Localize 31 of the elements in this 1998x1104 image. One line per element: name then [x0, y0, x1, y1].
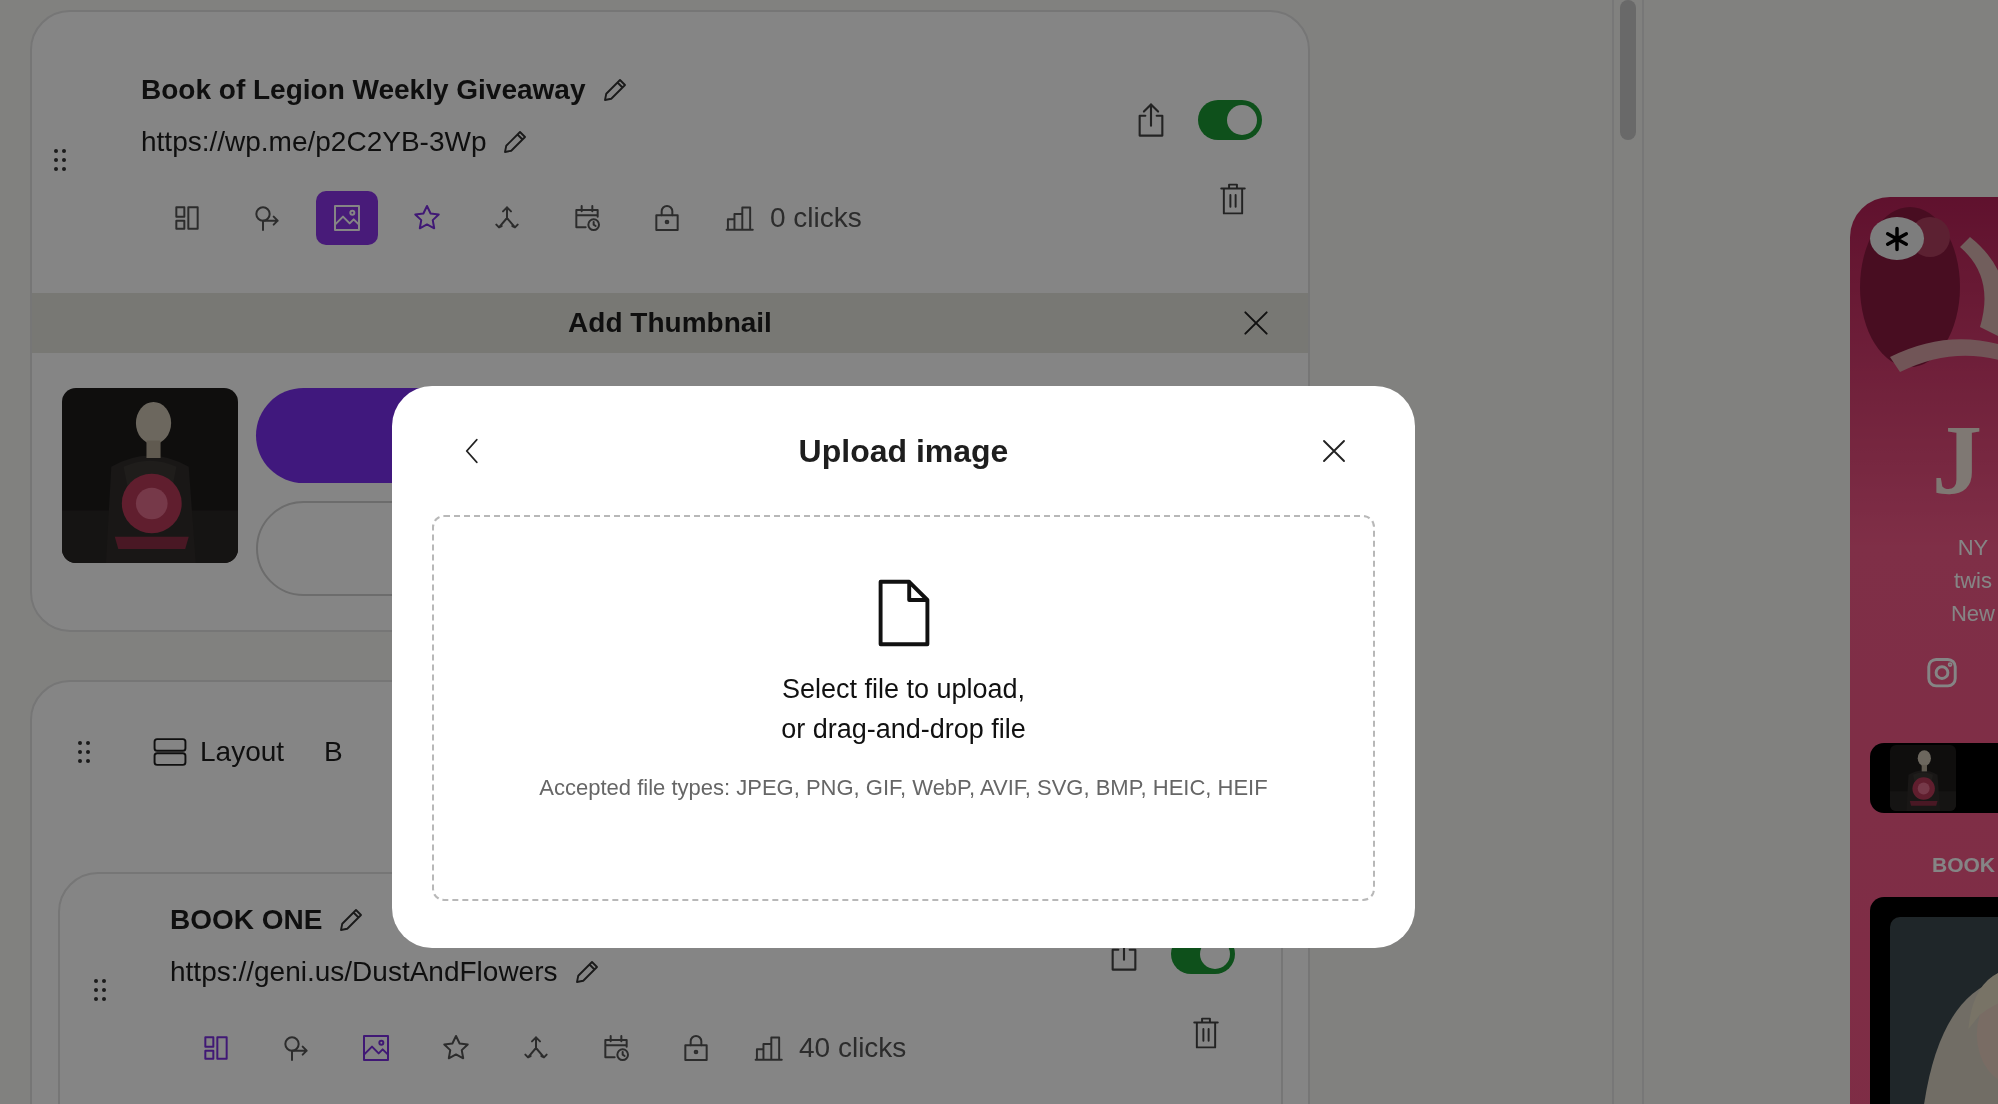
- trash-icon: [1191, 1016, 1221, 1050]
- drag-handle-icon[interactable]: [77, 740, 91, 764]
- drag-handle-icon[interactable]: [53, 147, 67, 172]
- link-title: Book of Legion Weekly Giveaway: [141, 74, 586, 106]
- link-url: https://geni.us/DustAndFlowers: [170, 956, 558, 988]
- scrollbar-thumb[interactable]: [1620, 0, 1636, 140]
- bio-text: twis: [1954, 567, 1992, 595]
- tab[interactable]: B: [324, 736, 343, 768]
- bio-text: New: [1951, 600, 1995, 628]
- trash-icon: [1218, 182, 1248, 216]
- click-count: 40 clicks: [799, 1032, 907, 1064]
- dialog-title: Upload image: [798, 432, 1009, 470]
- click-count: 0 clicks: [770, 202, 862, 234]
- image-icon: [331, 202, 363, 234]
- layout-icon: [152, 736, 188, 768]
- asterisk-icon: [1883, 224, 1911, 253]
- file-icon: [877, 579, 930, 647]
- drop-zone[interactable]: Select file to upload, or drag-and-drop file Accepted file types: JPEG, PNG, GIF, WebP, AVIF, SVG, BMP, HEIC, HEIF: [432, 515, 1375, 901]
- bio-text: NY: [1957, 534, 1989, 562]
- panel-title: Add Thumbnail: [568, 307, 772, 339]
- tab[interactable]: Layout: [152, 736, 285, 768]
- link-url: https://wp.me/p2C2YB-3Wp: [141, 126, 487, 158]
- toggle-switch[interactable]: [1198, 100, 1262, 140]
- drag-handle-icon[interactable]: [93, 977, 107, 1002]
- upload-prompt: Select file to upload, or drag-and-drop file: [781, 673, 1026, 746]
- accepted-types-text: Accepted file types: JPEG, PNG, GIF, WebP, AVIF, SVG, BMP, HEIC, HEIF: [539, 775, 1268, 801]
- section-heading: BOOK: [1932, 853, 1995, 877]
- link-title: BOOK ONE: [170, 904, 323, 936]
- image-icon: [360, 1032, 392, 1064]
- profile-title: J: [1932, 410, 1982, 511]
- tool-button[interactable]: [316, 191, 378, 245]
